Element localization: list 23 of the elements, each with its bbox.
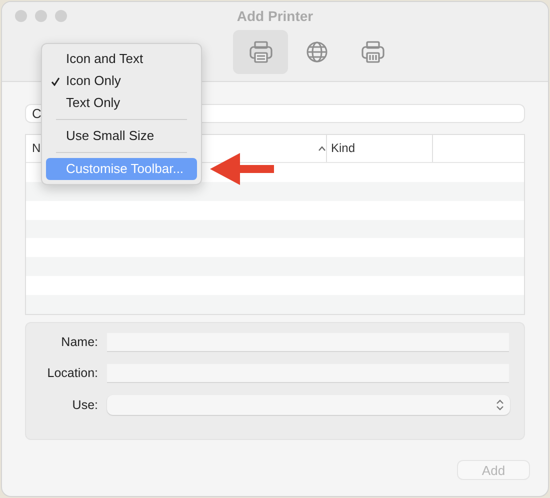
column-header[interactable]: Kind [331,139,356,158]
minimize-button[interactable] [35,10,47,22]
printer-icon [248,41,272,63]
checkmark-icon [51,76,60,86]
text-field[interactable] [107,364,509,383]
text-field[interactable] [107,333,509,352]
field-label: Use: [71,396,98,414]
field-label: Location: [46,365,98,382]
sort-caret-icon[interactable] [318,146,326,151]
field-label: Name: [60,334,98,352]
menu-item[interactable]: Icon Only [46,70,197,92]
arrow-icon [210,152,274,186]
close-button[interactable] [15,10,27,22]
window-title: Add Printer [236,6,314,26]
menu-item[interactable]: Icon and Text [46,48,197,70]
fax-icon [360,41,384,63]
use-select[interactable] [107,395,510,415]
toolbar-button[interactable] [233,30,288,74]
column-header[interactable]: N [32,139,41,158]
chevron-updown-icon [496,399,504,411]
menu-item[interactable]: Use Small Size [46,125,197,147]
globe-icon [306,41,328,63]
zoom-button[interactable] [55,10,67,22]
